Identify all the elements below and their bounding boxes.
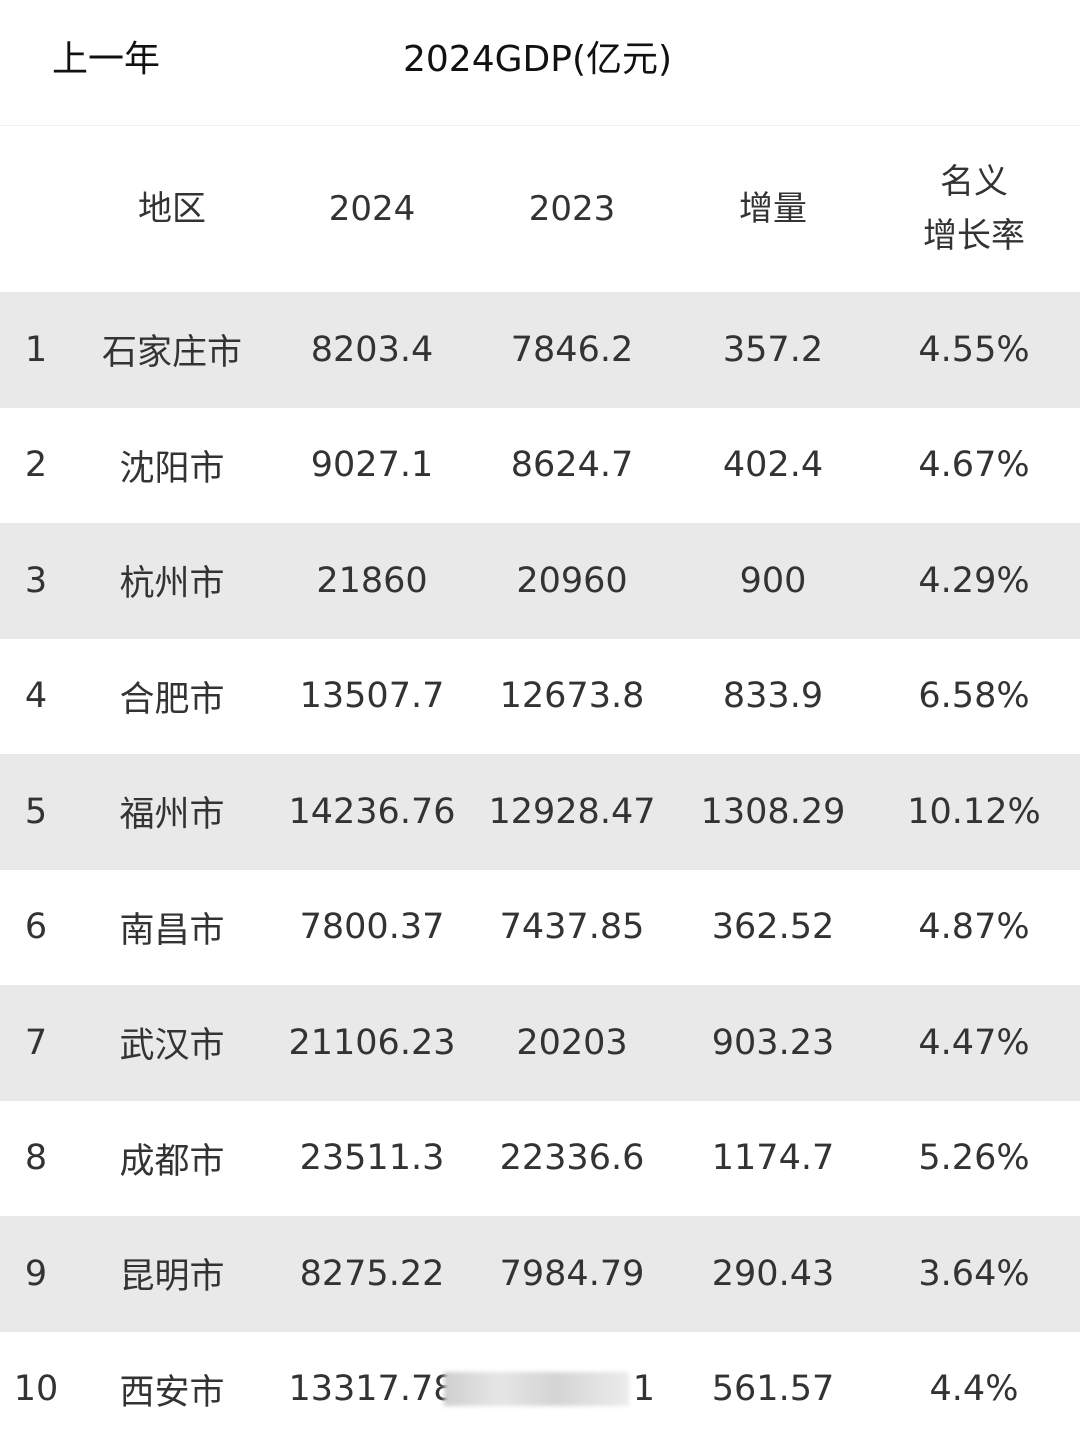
table-row: 1石家庄市8203.47846.2357.24.55%	[0, 292, 1080, 408]
header-2023: 2023	[472, 126, 672, 292]
page-title: 2024GDP(亿元)	[403, 30, 672, 82]
increase-cell: 903.23	[672, 985, 874, 1101]
header-growth-rate-line2: 增长率	[923, 209, 1025, 263]
growth-rate-cell: 4.67%	[874, 408, 1074, 524]
gdp-2024-cell: 21106.23	[272, 985, 472, 1101]
table-row: 10西安市13317.781561.574.4%	[0, 1332, 1080, 1447]
increase-cell: 900	[672, 523, 874, 639]
table-body: 1石家庄市8203.47846.2357.24.55%2沈阳市9027.1862…	[0, 292, 1080, 1447]
region-cell: 石家庄市	[72, 292, 272, 408]
table-row: 9昆明市8275.227984.79290.433.64%	[0, 1216, 1080, 1332]
gdp-2023-cell: 22336.6	[472, 1101, 672, 1217]
rank-cell: 9	[0, 1216, 72, 1332]
table-row: 7武汉市21106.2320203903.234.47%	[0, 985, 1080, 1101]
increase-cell: 833.9	[672, 639, 874, 755]
region-cell: 南昌市	[72, 870, 272, 986]
growth-rate-cell: 10.12%	[874, 754, 1074, 870]
gdp-2023-cell: 8624.7	[472, 408, 672, 524]
increase-cell: 561.57	[672, 1332, 874, 1447]
increase-cell: 1308.29	[672, 754, 874, 870]
growth-rate-cell: 4.29%	[874, 523, 1074, 639]
gdp-2023-cell: 7846.2	[472, 292, 672, 408]
region-cell: 杭州市	[72, 523, 272, 639]
gdp-2023-cell: 12673.8	[472, 639, 672, 755]
rank-cell: 2	[0, 408, 72, 524]
header-growth-rate: 名义 增长率	[874, 126, 1074, 292]
gdp-table: 地区 2024 2023 增量 名义 增长率 1石家庄市8203.47846.2…	[0, 126, 1080, 1447]
header-region: 地区	[72, 126, 272, 292]
gdp-2024-cell: 9027.1	[272, 408, 472, 524]
gdp-2024-cell: 14236.76	[272, 754, 472, 870]
increase-cell: 357.2	[672, 292, 874, 408]
gdp-2023-cell: 1	[440, 1332, 655, 1447]
growth-rate-cell: 4.55%	[874, 292, 1074, 408]
rank-cell: 4	[0, 639, 72, 755]
gdp-2023-cell: 20960	[472, 523, 672, 639]
gdp-2024-cell: 23511.3	[272, 1101, 472, 1217]
gdp-2024-cell: 8275.22	[272, 1216, 472, 1332]
growth-rate-cell: 3.64%	[874, 1216, 1074, 1332]
rank-cell: 5	[0, 754, 72, 870]
header-2024: 2024	[272, 126, 472, 292]
table-row: 6南昌市7800.377437.85362.524.87%	[0, 870, 1080, 986]
gdp-2024-cell: 13507.7	[272, 639, 472, 755]
header-rank	[0, 126, 72, 292]
table-row: 5福州市14236.7612928.471308.2910.12%	[0, 754, 1080, 870]
growth-rate-cell: 5.26%	[874, 1101, 1074, 1217]
gdp-2024-cell: 21860	[272, 523, 472, 639]
region-cell: 昆明市	[72, 1216, 272, 1332]
table-row: 3杭州市21860209609004.29%	[0, 523, 1080, 639]
header-increase: 增量	[672, 126, 874, 292]
increase-cell: 1174.7	[672, 1101, 874, 1217]
table-row: 2沈阳市9027.18624.7402.44.67%	[0, 408, 1080, 524]
rank-cell: 3	[0, 523, 72, 639]
rank-cell: 6	[0, 870, 72, 986]
increase-cell: 402.4	[672, 408, 874, 524]
region-cell: 武汉市	[72, 985, 272, 1101]
growth-rate-cell: 4.87%	[874, 870, 1074, 986]
previous-year-link[interactable]: 上一年	[52, 30, 160, 82]
table-row: 4合肥市13507.712673.8833.96.58%	[0, 639, 1080, 755]
growth-rate-cell: 4.4%	[874, 1332, 1074, 1447]
gdp-2024-cell: 7800.37	[272, 870, 472, 986]
gdp-2023-cell: 7437.85	[472, 870, 672, 986]
increase-cell: 362.52	[672, 870, 874, 986]
rank-cell: 10	[0, 1332, 72, 1447]
region-cell: 福州市	[72, 754, 272, 870]
rank-cell: 1	[0, 292, 72, 408]
blurred-overlay	[444, 1372, 629, 1406]
gdp-2024-cell: 8203.4	[272, 292, 472, 408]
rank-cell: 8	[0, 1101, 72, 1217]
gdp-2023-cell: 20203	[472, 985, 672, 1101]
gdp-2023-cell: 7984.79	[472, 1216, 672, 1332]
gdp-2023-cell: 12928.47	[472, 754, 672, 870]
top-bar: 上一年 2024GDP(亿元)	[0, 0, 1080, 126]
gdp-2023-value: 1	[633, 1369, 655, 1409]
region-cell: 沈阳市	[72, 408, 272, 524]
table-header: 地区 2024 2023 增量 名义 增长率	[0, 126, 1080, 292]
growth-rate-cell: 4.47%	[874, 985, 1074, 1101]
region-cell: 成都市	[72, 1101, 272, 1217]
increase-cell: 290.43	[672, 1216, 874, 1332]
growth-rate-cell: 6.58%	[874, 639, 1074, 755]
rank-cell: 7	[0, 985, 72, 1101]
region-cell: 西安市	[72, 1332, 272, 1447]
table-row: 8成都市23511.322336.61174.75.26%	[0, 1101, 1080, 1217]
region-cell: 合肥市	[72, 639, 272, 755]
header-growth-rate-line1: 名义	[923, 155, 1025, 209]
